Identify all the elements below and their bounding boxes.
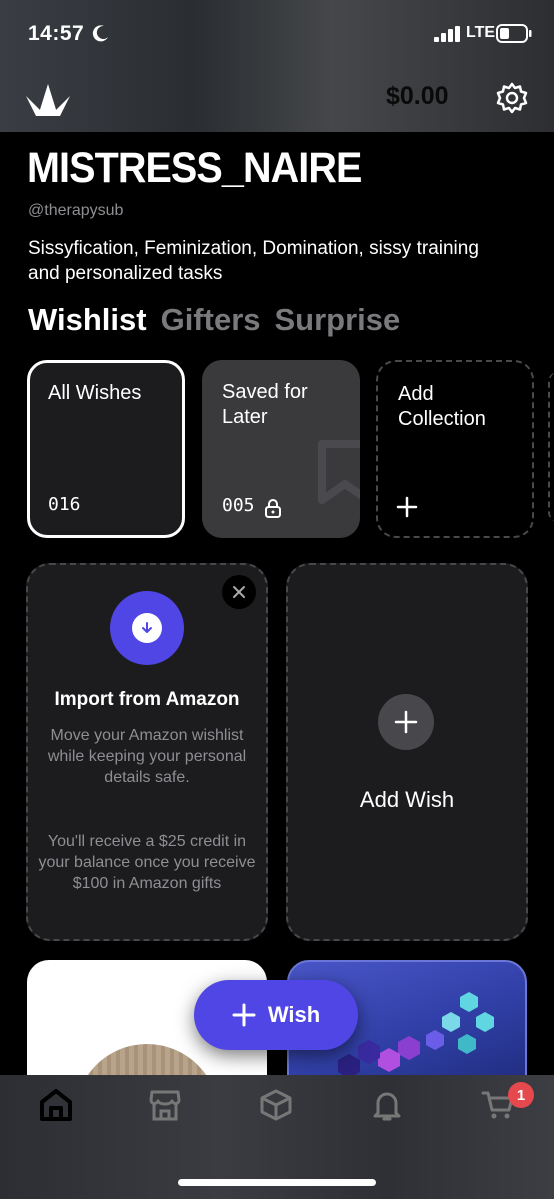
add-wish-label: Add Wish <box>359 787 455 812</box>
tab-wishlist[interactable]: Wishlist <box>28 302 147 338</box>
import-credit-note: You'll receive a $25 credit in your bala… <box>38 833 256 892</box>
bookmark-icon <box>318 440 360 504</box>
collection-count: 005 <box>222 495 255 516</box>
import-title: Import from Amazon <box>54 689 240 710</box>
add-collection-button[interactable]: Add Collection <box>376 360 534 538</box>
collection-overflow <box>548 372 554 522</box>
plus-icon <box>396 496 418 518</box>
battery-icon <box>496 24 532 43</box>
profile-username: MISTRESS_NAIRE <box>27 144 362 192</box>
store-icon[interactable] <box>148 1088 182 1122</box>
plus-icon <box>394 710 418 734</box>
home-icon[interactable] <box>39 1088 73 1122</box>
collection-label: Saved for Later <box>222 381 308 428</box>
add-wish-fab[interactable]: Wish <box>194 980 358 1050</box>
close-button[interactable] <box>222 575 256 609</box>
tab-surprise[interactable]: Surprise <box>275 302 401 338</box>
profile-bio: Sissyfication, Feminization, Domination,… <box>28 238 479 284</box>
collection-label: All Wishes <box>48 382 142 404</box>
plus-icon <box>232 1003 256 1027</box>
profile-tabs: Wishlist Gifters Surprise <box>28 302 400 338</box>
collection-label: Add Collection <box>398 383 486 430</box>
cart-badge: 1 <box>508 1082 534 1108</box>
logo-icon[interactable] <box>24 80 72 118</box>
lock-icon <box>265 499 281 518</box>
bell-icon[interactable] <box>370 1088 404 1122</box>
status-time: 14:57 <box>28 22 85 45</box>
profile-handle: @therapysub <box>28 202 124 219</box>
import-amazon-card[interactable]: Import from Amazon Move your Amazon wish… <box>26 563 268 941</box>
import-description: Move your Amazon wishlist while keeping … <box>47 727 247 786</box>
collection-saved-for-later[interactable]: Saved for Later 005 <box>202 360 360 538</box>
balance-amount[interactable]: $0.00 <box>386 82 449 111</box>
signal-icon <box>434 26 460 42</box>
home-indicator <box>178 1179 376 1186</box>
import-button[interactable] <box>110 591 184 665</box>
collection-all-wishes[interactable]: All Wishes 016 <box>27 360 185 538</box>
download-icon <box>142 622 152 633</box>
moon-icon <box>92 25 108 42</box>
status-bar: 14:57 LTE <box>0 0 554 70</box>
network-label: LTE <box>466 24 496 41</box>
gear-icon[interactable] <box>496 82 528 114</box>
collection-count: 016 <box>48 494 81 515</box>
tab-gifters[interactable]: Gifters <box>161 302 261 338</box>
close-icon <box>233 586 245 598</box>
add-wish-button[interactable] <box>378 694 434 750</box>
fab-label: Wish <box>267 1002 321 1027</box>
add-wish-card[interactable]: Add Wish <box>286 563 528 941</box>
box-icon[interactable] <box>259 1088 293 1122</box>
